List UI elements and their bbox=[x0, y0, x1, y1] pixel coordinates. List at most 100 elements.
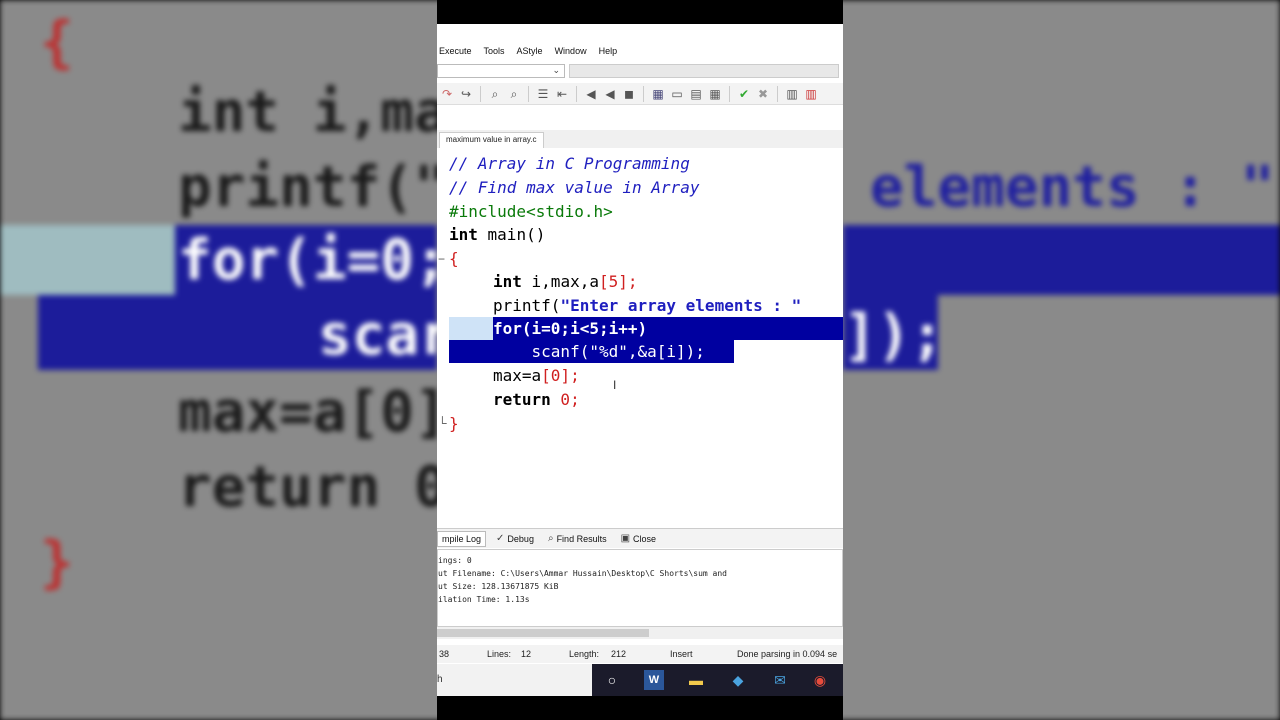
preprocessor: #include<stdio.h> bbox=[449, 202, 613, 221]
toolbar-separator bbox=[528, 85, 529, 102]
class-combo[interactable]: ⌄ bbox=[437, 64, 565, 78]
bg-brace-open: { bbox=[40, 10, 74, 75]
editor-tab-strip: maximum value in array.c bbox=[437, 130, 843, 148]
comment: // Array in C Programming bbox=[449, 154, 690, 173]
chart-icon[interactable]: ▥ bbox=[784, 86, 800, 102]
file-explorer-icon[interactable]: ▬ bbox=[686, 670, 706, 690]
unindent-icon[interactable]: ⇤ bbox=[554, 86, 570, 102]
log-line: ings: 0 bbox=[438, 556, 472, 565]
status-length-label: Length: bbox=[569, 649, 600, 659]
code-text: printf( bbox=[493, 296, 561, 315]
check-icon[interactable]: ✔ bbox=[736, 86, 752, 102]
toolbar-separator bbox=[729, 85, 730, 102]
code-editor[interactable]: − └ // Array in C Programming // Find ma… bbox=[437, 148, 843, 523]
windows-taskbar: h ○ W ▬ ◆ ✉ ◉ bbox=[437, 664, 843, 696]
editor-gutter bbox=[437, 148, 447, 523]
replace-icon[interactable]: ⌕ bbox=[506, 86, 522, 102]
find-icon: ⌕ bbox=[547, 533, 554, 544]
indent-icon[interactable]: ☰ bbox=[535, 86, 551, 102]
bg-int-line: int i,ma bbox=[178, 80, 448, 145]
bg-elements-text: elements : " bbox=[870, 155, 1275, 220]
log-line: ut Filename: C:\Users\Ammar Hussain\Desk… bbox=[438, 569, 727, 578]
code-line-11: return 0; bbox=[493, 388, 580, 411]
bg-for-line: for(i=0; bbox=[178, 228, 448, 293]
semicolon: ; bbox=[627, 272, 638, 291]
word-icon[interactable]: W bbox=[644, 670, 664, 690]
fold-end-marker-icon: └ bbox=[438, 416, 447, 430]
menu-window[interactable]: Window bbox=[555, 46, 587, 56]
close-icon: ▣ bbox=[620, 533, 631, 544]
scrollbar-thumb[interactable] bbox=[437, 629, 649, 637]
tab-label: Close bbox=[633, 533, 657, 544]
status-parse: Done parsing in 0.094 se bbox=[737, 649, 838, 659]
editor-tab-file[interactable]: maximum value in array.c bbox=[439, 132, 544, 148]
code-line-10: max=a[0]; bbox=[493, 364, 580, 387]
menu-astyle[interactable]: AStyle bbox=[517, 46, 543, 56]
status-mode: Insert bbox=[670, 649, 693, 659]
devcpp-icon[interactable]: ◆ bbox=[728, 670, 748, 690]
horizontal-scrollbar[interactable] bbox=[437, 627, 843, 639]
tab-label: mpile Log bbox=[442, 533, 482, 544]
chrome-icon[interactable]: ◉ bbox=[810, 670, 830, 690]
selected-code: scanf("%d",&a[i]); bbox=[493, 342, 705, 361]
window-icon[interactable]: ▭ bbox=[669, 86, 685, 102]
menu-execute[interactable]: Execute bbox=[439, 46, 472, 56]
bottom-black-bar bbox=[437, 696, 843, 720]
code-line-9: scanf("%d",&a[i]); bbox=[493, 340, 705, 363]
code-line-5: { bbox=[449, 247, 459, 270]
status-length-value: 212 bbox=[611, 649, 627, 659]
menu-help[interactable]: Help bbox=[599, 46, 618, 56]
phone-screen: Execute Tools AStyle Window Help ⌄ ↷ ↪ ⌕… bbox=[437, 0, 843, 720]
redo-icon[interactable]: ↷ bbox=[439, 86, 455, 102]
menu-bar: Execute Tools AStyle Window Help bbox=[437, 40, 843, 62]
function-combo[interactable] bbox=[569, 64, 839, 78]
tab-debug[interactable]: ✓ Debug bbox=[492, 531, 538, 546]
delete-icon[interactable]: ✖ bbox=[755, 86, 771, 102]
taskbar-search[interactable]: h bbox=[437, 664, 592, 696]
back-icon[interactable]: ◀ bbox=[583, 86, 599, 102]
semicolon: ; bbox=[570, 390, 580, 409]
mail-icon[interactable]: ✉ bbox=[770, 670, 790, 690]
status-lines-label: Lines: bbox=[487, 649, 512, 659]
find-icon[interactable]: ⌕ bbox=[487, 86, 503, 102]
check-icon: ✓ bbox=[496, 533, 505, 544]
tab-compile-log[interactable]: mpile Log bbox=[437, 530, 487, 547]
code-line-8: for(i=0;i<5;i++) bbox=[493, 317, 647, 340]
tab-close[interactable]: ▣ Close bbox=[617, 531, 660, 546]
log-line: ilation Time: 1.13s bbox=[438, 595, 530, 604]
previous-icon[interactable]: ◀ bbox=[602, 86, 618, 102]
code-line-6: int i,max,a[5]; bbox=[493, 270, 638, 293]
toolbar-separator bbox=[777, 85, 778, 102]
string: "Enter array elements : " bbox=[560, 296, 802, 315]
code-text: max=a bbox=[493, 366, 542, 385]
status-col: 38 bbox=[439, 649, 450, 659]
profile-icon[interactable]: ▥ bbox=[803, 86, 819, 102]
keyword: int bbox=[493, 272, 522, 291]
text-cursor-icon: I bbox=[613, 378, 617, 392]
grid-icon[interactable]: ▦ bbox=[650, 86, 666, 102]
code-line-2: // Find max value in Array bbox=[449, 176, 699, 199]
status-lines-value: 12 bbox=[521, 649, 532, 659]
bg-brace-close: } bbox=[40, 530, 74, 595]
cortana-icon[interactable]: ○ bbox=[602, 670, 622, 690]
compile-log-panel: ings: 0 ut Filename: C:\Users\Ammar Huss… bbox=[437, 549, 843, 627]
status-bar: 38 Lines: 12 Length: 212 Insert Done par… bbox=[437, 645, 843, 663]
menu-tools[interactable]: Tools bbox=[484, 46, 505, 56]
semicolon: ; bbox=[570, 366, 580, 385]
forward-icon[interactable]: ↪ bbox=[458, 86, 474, 102]
bg-printf-line: printf(" bbox=[178, 155, 448, 220]
bg-return-line: return 0 bbox=[178, 455, 448, 520]
fold-marker-icon[interactable]: − bbox=[438, 252, 445, 266]
keyword: return bbox=[493, 390, 551, 409]
bottom-panel-tabs: mpile Log ✓ Debug ⌕ Find Results ▣ Close bbox=[437, 528, 843, 548]
table-icon[interactable]: ▤ bbox=[688, 86, 704, 102]
brace: { bbox=[449, 249, 459, 268]
search-text: h bbox=[437, 674, 443, 685]
tiles-icon[interactable]: ▦ bbox=[707, 86, 723, 102]
tab-find-results[interactable]: ⌕ Find Results bbox=[544, 531, 611, 546]
code-line-1: // Array in C Programming bbox=[449, 152, 690, 175]
bg-tail-text: ]); bbox=[843, 303, 945, 368]
chevron-down-icon: ⌄ bbox=[552, 65, 560, 75]
code-line-12: } bbox=[449, 412, 459, 435]
bookmark-icon[interactable]: ◼ bbox=[621, 86, 637, 102]
